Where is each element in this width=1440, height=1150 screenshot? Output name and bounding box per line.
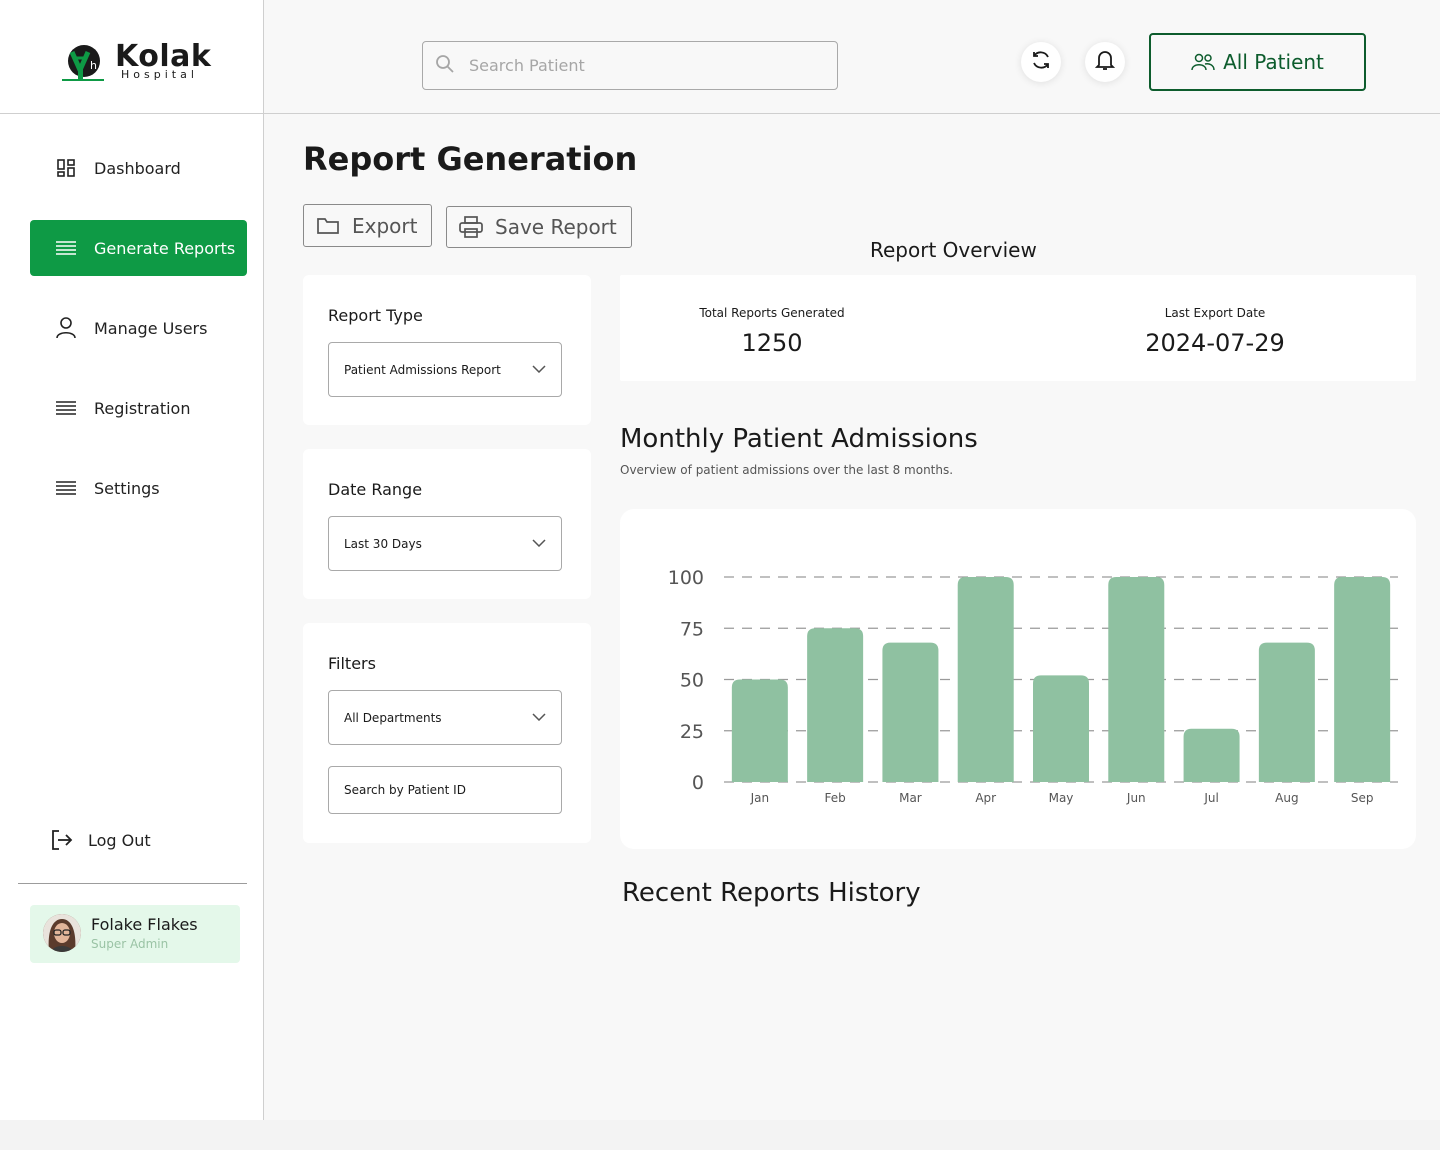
x-tick-label: Apr: [975, 791, 996, 805]
chart-heading: Monthly Patient Admissions: [620, 424, 978, 454]
bar: [731, 679, 788, 782]
sidebar-item-label: Registration: [94, 398, 191, 418]
filters-label: Filters: [328, 654, 376, 673]
report-overview-card: Total Reports Generated 1250 Last Export…: [620, 275, 1416, 381]
patient-id-search-field[interactable]: Search by Patient ID: [328, 766, 562, 814]
save-report-button[interactable]: Save Report: [446, 206, 632, 248]
x-tick-label: Jan: [750, 791, 770, 805]
folder-icon: [316, 214, 340, 238]
bar: [882, 642, 939, 782]
sidebar-item-dashboard[interactable]: Dashboard: [30, 140, 247, 196]
chevron-down-icon: [532, 362, 546, 376]
bar: [1033, 675, 1089, 782]
date-range-card: Date Range Last 30 Days: [303, 449, 591, 599]
report-type-value: Patient Admissions Report: [344, 362, 501, 377]
y-tick-label: 50: [680, 670, 704, 692]
sidebar-item-label: Manage Users: [94, 318, 208, 338]
sidebar-item-generate-reports[interactable]: Generate Reports: [30, 220, 247, 276]
logout-button[interactable]: Log Out: [50, 828, 151, 852]
date-range-value: Last 30 Days: [344, 536, 422, 551]
refresh-button[interactable]: [1021, 42, 1061, 82]
chart-subtitle: Overview of patient admissions over the …: [620, 463, 954, 477]
bar: [957, 577, 1014, 782]
chevron-down-icon: [532, 710, 546, 724]
bar: [1108, 577, 1165, 782]
department-value: All Departments: [344, 710, 442, 725]
sidebar-item-settings[interactable]: Settings: [30, 460, 247, 516]
bar: [1258, 642, 1315, 782]
y-tick-label: 25: [680, 721, 704, 743]
topbar: All Patient: [264, 0, 1440, 114]
x-tick-label: Aug: [1275, 791, 1298, 805]
search-bar[interactable]: [422, 41, 838, 90]
chart-card: 0 25 50 75 100 Jan Feb Mar Apr May Jun Jul Aug Sep: [620, 509, 1416, 849]
hospital-logo-icon: h: [62, 45, 104, 81]
x-tick-label: May: [1049, 791, 1074, 805]
report-type-label: Report Type: [328, 306, 423, 325]
all-patient-button[interactable]: All Patient: [1149, 33, 1366, 91]
brand-logo[interactable]: h Kolak Hospital: [0, 0, 263, 114]
chevron-down-icon: [532, 536, 546, 550]
x-tick-label: Mar: [899, 791, 922, 805]
filters-card: Filters All Departments Search by Patien…: [303, 623, 591, 843]
bell-icon: [1094, 49, 1116, 75]
notifications-button[interactable]: [1085, 42, 1125, 82]
sidebar-item-label: Settings: [94, 478, 160, 498]
last-export-value: 2024-07-29: [1145, 329, 1285, 357]
x-tick-label: Feb: [825, 791, 846, 805]
admissions-bar-chart: 0 25 50 75 100 Jan Feb Mar Apr May Jun Jul Aug Sep: [668, 567, 1398, 805]
department-select[interactable]: All Departments: [328, 690, 562, 745]
recent-reports-title: Recent Reports History: [622, 878, 921, 908]
report-overview-title: Report Overview: [870, 238, 1037, 262]
bar: [807, 628, 864, 782]
page-title: Report Generation: [303, 140, 638, 178]
save-report-label: Save Report: [495, 215, 617, 239]
all-patient-label: All Patient: [1223, 50, 1324, 74]
bar: [1183, 728, 1240, 782]
avatar: [43, 914, 81, 952]
sidebar-item-label: Dashboard: [94, 158, 181, 178]
y-tick-label: 75: [680, 618, 704, 640]
sidebar: h Kolak Hospital Dashboard Generate Repo…: [0, 0, 264, 1120]
date-range-label: Date Range: [328, 480, 423, 499]
brand-subtitle: Hospital: [121, 68, 198, 81]
y-tick-label: 100: [668, 567, 704, 589]
app-root: h Kolak Hospital Dashboard Generate Repo…: [0, 0, 1440, 1120]
sidebar-item-label: Generate Reports: [94, 238, 236, 258]
export-label: Export: [352, 213, 418, 238]
x-tick-label: Jun: [1126, 791, 1146, 805]
refresh-icon: [1030, 49, 1052, 75]
bar: [1334, 577, 1391, 782]
report-type-card: Report Type Patient Admissions Report: [303, 275, 591, 425]
export-button[interactable]: Export: [303, 204, 432, 247]
user-role: Super Admin: [91, 937, 169, 951]
search-icon: [435, 54, 455, 78]
list-icon: [54, 236, 78, 260]
report-type-select[interactable]: Patient Admissions Report: [328, 342, 562, 397]
list-icon: [54, 396, 78, 420]
total-reports-value: 1250: [741, 329, 803, 357]
sidebar-item-manage-users[interactable]: Manage Users: [30, 300, 247, 356]
y-tick-label: 0: [692, 772, 704, 794]
x-tick-label: Sep: [1351, 791, 1374, 805]
logout-icon: [50, 828, 74, 852]
sidebar-divider: [18, 883, 247, 884]
date-range-select[interactable]: Last 30 Days: [328, 516, 562, 571]
search-input[interactable]: [467, 55, 807, 76]
patients-group-icon: [1191, 50, 1215, 74]
user-name: Folake Flakes: [91, 915, 198, 934]
patient-id-placeholder: Search by Patient ID: [344, 783, 466, 797]
svg-text:h: h: [90, 59, 97, 72]
dashboard-icon: [54, 156, 78, 180]
printer-icon: [459, 215, 483, 239]
user-profile-card[interactable]: Folake Flakes Super Admin: [30, 905, 240, 963]
x-tick-label: Jul: [1203, 791, 1218, 805]
list-icon: [54, 476, 78, 500]
sidebar-item-registration[interactable]: Registration: [30, 380, 247, 436]
last-export-label: Last Export Date: [1164, 306, 1266, 320]
user-icon: [54, 316, 78, 340]
logout-label: Log Out: [88, 830, 151, 850]
total-reports-label: Total Reports Generated: [699, 306, 845, 320]
